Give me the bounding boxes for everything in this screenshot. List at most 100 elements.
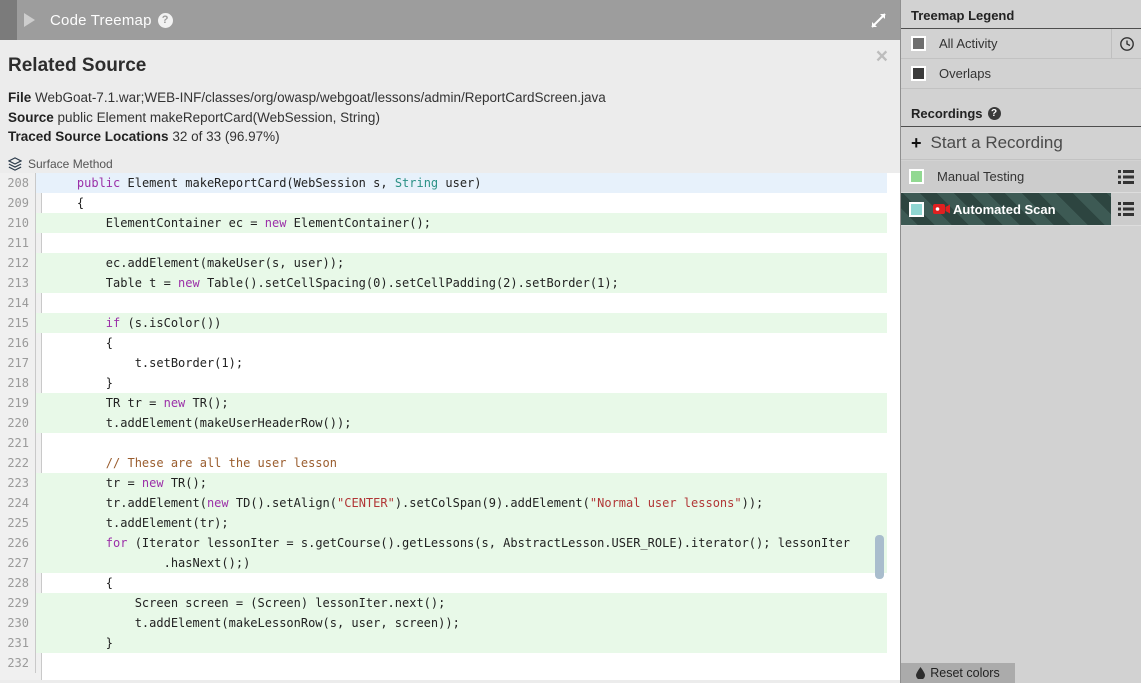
code-text: t.addElement(makeLessonRow(s, user, scre… (36, 613, 887, 633)
automated-scan-color-swatch[interactable] (909, 201, 924, 217)
code-text: Table t = new Table().setCellSpacing(0).… (36, 273, 887, 293)
manual-testing-label: Manual Testing (937, 169, 1025, 184)
code-text: .hasNext();) (36, 553, 887, 573)
code-text: } (36, 633, 887, 653)
code-line: 229 Screen screen = (Screen) lessonIter.… (0, 593, 887, 613)
list-menu-icon (1118, 169, 1134, 184)
line-number: 228 (0, 573, 36, 593)
all-activity-label: All Activity (939, 36, 998, 51)
treemap-sidebar: Treemap Legend All Activity Overlaps Rec… (901, 0, 1141, 683)
code-text: Screen screen = (Screen) lessonIter.next… (36, 593, 887, 613)
file-line: File WebGoat-7.1.war;WEB-INF/classes/org… (8, 88, 892, 108)
code-line: 230 t.addElement(makeLessonRow(s, user, … (0, 613, 887, 633)
legend-row-overlaps[interactable]: Overlaps (901, 59, 1141, 89)
line-number: 218 (0, 373, 36, 393)
recordings-header: Recordings ? (901, 98, 1141, 127)
code-line: 232 (0, 653, 887, 673)
code-line: 220 t.addElement(makeUserHeaderRow()); (0, 413, 887, 433)
start-recording-button[interactable]: + Start a Recording (901, 127, 1141, 160)
code-text: public Element makeReportCard(WebSession… (36, 173, 887, 193)
line-number: 230 (0, 613, 36, 633)
line-number: 229 (0, 593, 36, 613)
source-value: public Element makeReportCard(WebSession… (57, 109, 380, 125)
code-line: 231 } (0, 633, 887, 653)
overlaps-color-swatch[interactable] (911, 66, 926, 81)
code-line: 215 if (s.isColor()) (0, 313, 887, 333)
recording-row-manual-testing[interactable]: Manual Testing (901, 161, 1141, 193)
code-text: } (48, 376, 114, 390)
reset-colors-button[interactable]: Reset colors (901, 663, 1015, 683)
close-icon[interactable]: × (876, 46, 888, 67)
traced-value: 32 of 33 (96.97%) (172, 129, 280, 144)
recordings-title: Recordings (911, 106, 983, 121)
line-number: 224 (0, 493, 36, 513)
line-number: 217 (0, 353, 36, 373)
line-number: 211 (0, 233, 36, 253)
recording-row-automated-scan[interactable]: Automated Scan (901, 193, 1141, 226)
manual-testing-main[interactable]: Manual Testing (901, 161, 1111, 192)
code-lines: 208 public Element makeReportCard(WebSes… (0, 173, 900, 673)
manual-testing-menu-button[interactable] (1111, 161, 1141, 192)
code-text: tr.addElement(new TD().setAlign("CENTER"… (36, 493, 887, 513)
code-text: if (s.isColor()) (36, 313, 887, 333)
clock-icon (1119, 36, 1134, 51)
expand-icon[interactable] (870, 12, 887, 29)
reset-colors-label: Reset colors (930, 666, 1000, 680)
line-number: 220 (0, 413, 36, 433)
line-number: 208 (0, 173, 36, 193)
line-number: 226 (0, 533, 36, 553)
treemap-help-icon[interactable]: ? (157, 12, 173, 28)
vertical-scrollbar[interactable] (875, 535, 884, 579)
list-menu-icon (1118, 202, 1134, 216)
code-line: 224 tr.addElement(new TD().setAlign("CEN… (0, 493, 887, 513)
code-text: TR tr = new TR(); (36, 393, 887, 413)
surface-method-tag: Surface Method (8, 157, 892, 171)
activity-time-button[interactable] (1111, 29, 1141, 58)
source-code-viewer: 208 public Element makeReportCard(WebSes… (0, 173, 900, 680)
automated-scan-label: Automated Scan (953, 201, 1056, 217)
line-number: 227 (0, 553, 36, 573)
line-number: 225 (0, 513, 36, 533)
line-number: 219 (0, 393, 36, 413)
code-text: ElementContainer ec = new ElementContain… (36, 213, 887, 233)
line-number: 214 (0, 293, 36, 313)
code-line: 225 t.addElement(tr); (0, 513, 887, 533)
line-number: 222 (0, 453, 36, 473)
surface-method-label: Surface Method (28, 156, 113, 171)
source-metadata: File WebGoat-7.1.war;WEB-INF/classes/org… (8, 88, 892, 147)
code-line: 216 { (0, 333, 887, 353)
manual-testing-color-swatch[interactable] (909, 169, 924, 184)
code-line: 209 { (0, 193, 887, 213)
treemap-legend-title: Treemap Legend (911, 8, 1015, 23)
code-line: 228 { (0, 573, 887, 593)
automated-scan-main[interactable]: Automated Scan (901, 193, 1111, 225)
recording-camera-icon (933, 203, 951, 215)
line-number: 216 (0, 333, 36, 353)
legend-row-all-activity[interactable]: All Activity (901, 29, 1141, 59)
automated-scan-menu-button[interactable] (1111, 193, 1141, 225)
code-text: for (Iterator lessonIter = s.getCourse()… (36, 533, 887, 553)
code-line: 227 .hasNext();) (0, 553, 887, 573)
all-activity-color-swatch[interactable] (911, 36, 926, 51)
code-text: { (48, 336, 114, 350)
treemap-legend-header: Treemap Legend (901, 0, 1141, 29)
code-line: 210 ElementContainer ec = new ElementCon… (0, 213, 887, 233)
code-line: 221 (0, 433, 887, 453)
code-line: 226 for (Iterator lessonIter = s.getCour… (0, 533, 887, 553)
code-line: 214 (0, 293, 887, 313)
related-source-title: Related Source (8, 55, 147, 76)
recordings-help-icon[interactable]: ? (987, 107, 1001, 120)
code-text: tr = new TR(); (36, 473, 887, 493)
code-treemap-panel: Code Treemap ? Related Source × File Web… (0, 0, 901, 683)
code-text: { (48, 196, 85, 210)
line-number: 232 (0, 653, 36, 673)
traced-line: Traced Source Locations 32 of 33 (96.97%… (8, 127, 892, 147)
plus-icon: + (911, 132, 922, 153)
code-line: 213 Table t = new Table().setCellSpacing… (0, 273, 887, 293)
collapse-arrow-icon[interactable] (24, 13, 35, 27)
droplet-icon (916, 667, 926, 679)
